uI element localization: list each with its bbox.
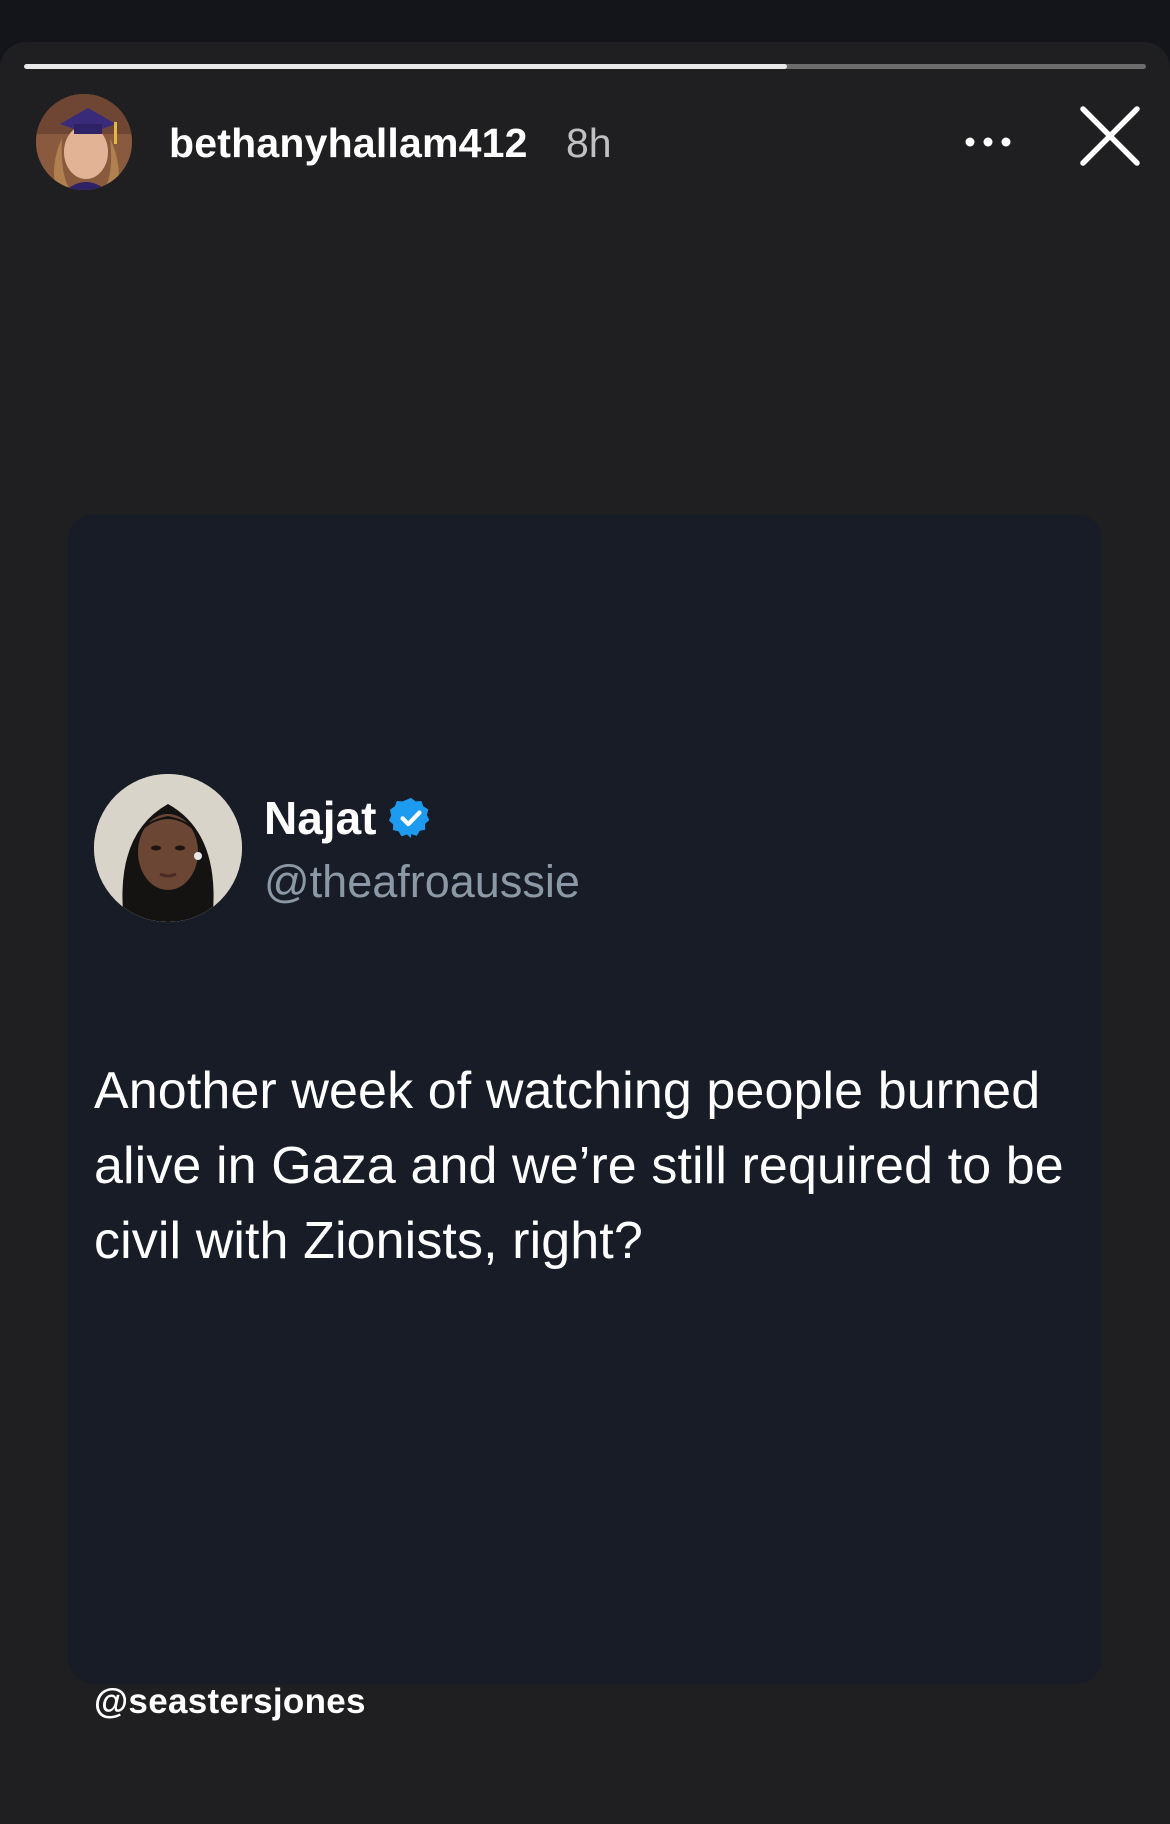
- tweet-screenshot-card: Najat @theafroaussie Another week of wat…: [68, 514, 1102, 1684]
- close-icon: [1080, 106, 1140, 166]
- tweet-author-handle: @theafroaussie: [264, 856, 580, 907]
- author-avatar[interactable]: [36, 94, 132, 190]
- story-header: bethanyhallam412 8h: [36, 94, 1146, 190]
- tweet-author-name: Najat: [264, 792, 377, 844]
- mention-sticker[interactable]: @seastersjones: [94, 1682, 366, 1722]
- instagram-story-screen: bethanyhallam412 8h Najat @theafroaussie…: [0, 0, 1170, 1824]
- verified-badge-icon: [389, 797, 430, 839]
- more-horizontal-icon: [965, 137, 1011, 147]
- tweet-text: Another week of watching people burned a…: [94, 1062, 1064, 1270]
- author-username[interactable]: bethanyhallam412: [169, 120, 528, 167]
- story-timestamp: 8h: [566, 120, 612, 166]
- story-viewer[interactable]: bethanyhallam412 8h Najat @theafroaussie…: [0, 42, 1170, 1824]
- tweet-name-row: Najat: [264, 790, 434, 846]
- story-progress-bar: [24, 64, 1146, 69]
- more-options-button[interactable]: [956, 114, 1020, 170]
- tweet-author-avatar: [94, 774, 242, 922]
- close-story-button[interactable]: [1074, 100, 1146, 172]
- story-progress-fill: [24, 64, 787, 69]
